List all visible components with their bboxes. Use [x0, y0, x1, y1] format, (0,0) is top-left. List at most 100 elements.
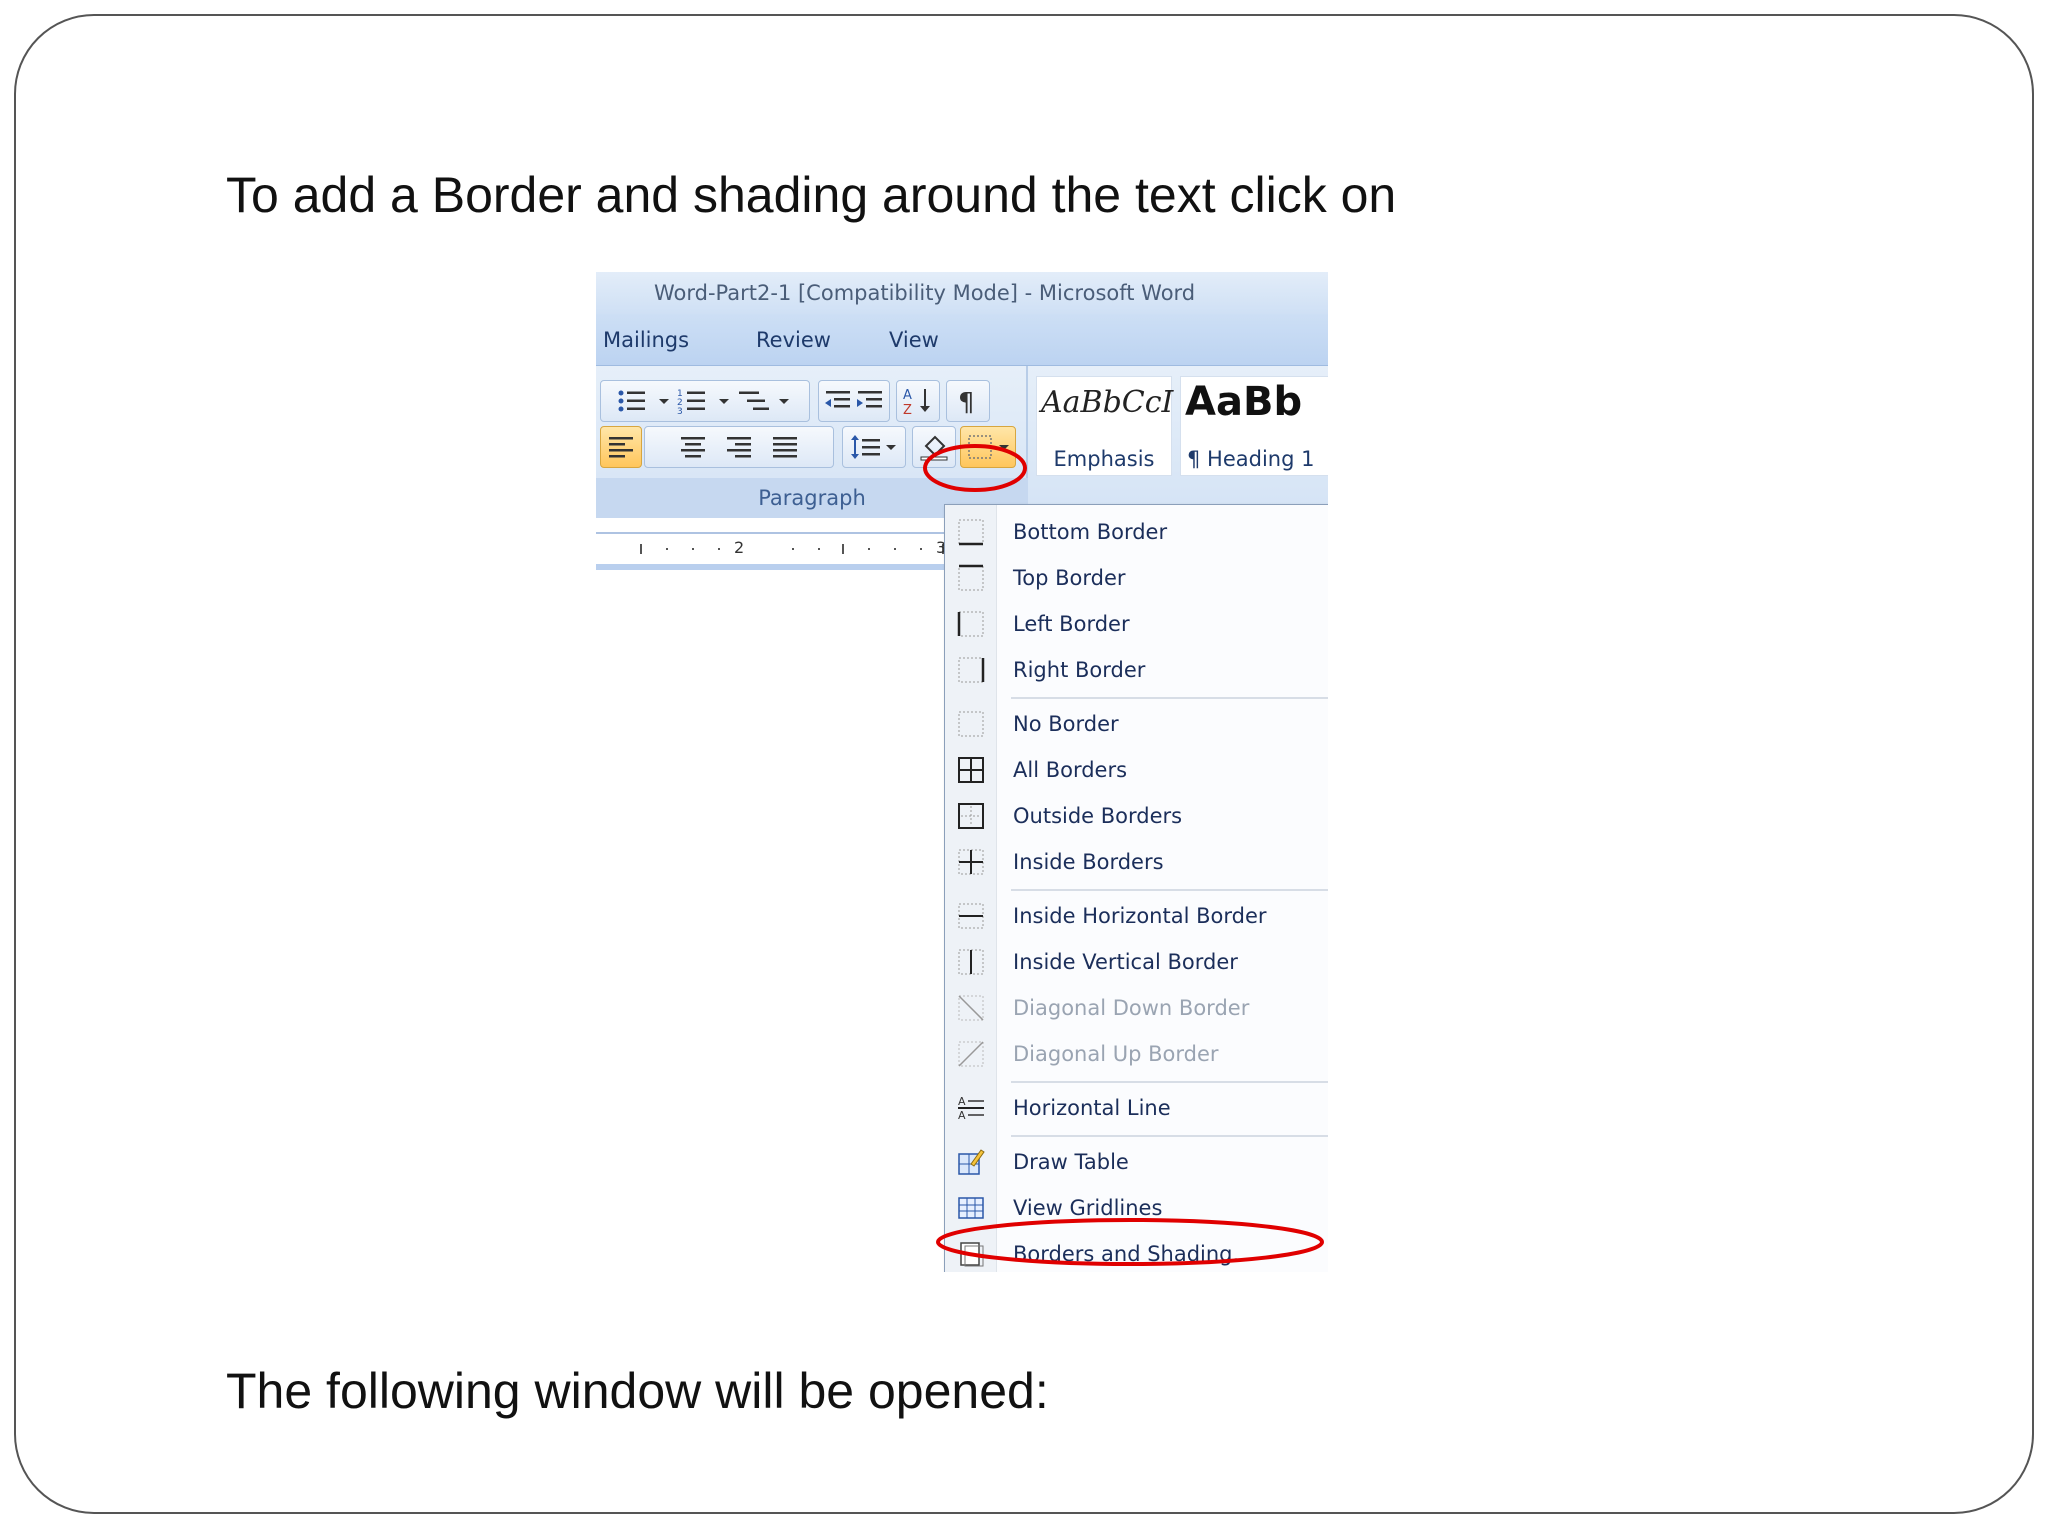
menu-item-label: Left Border [1013, 612, 1130, 636]
menu-item-top-border[interactable]: Top Border [945, 555, 1328, 601]
menu-item-left-border[interactable]: Left Border [945, 601, 1328, 647]
svg-text:Z: Z [903, 403, 912, 417]
inside-vertical-border-icon [957, 948, 985, 976]
borders-icon [965, 432, 1011, 462]
style-heading-1-label: ¶ Heading 1 [1187, 447, 1315, 471]
justify-icon[interactable] [762, 432, 808, 462]
menu-item-all-borders[interactable]: All Borders [945, 747, 1328, 793]
paint-bucket-icon [918, 432, 950, 462]
svg-text:¶: ¶ [958, 388, 975, 417]
menu-item-outside-borders[interactable]: Outside Borders [945, 793, 1328, 839]
tab-review[interactable]: Review [756, 314, 831, 366]
outro-text: The following window will be opened: [226, 1363, 1049, 1419]
menu-item-label: Inside Vertical Border [1013, 950, 1238, 974]
bottom-border-icon [957, 518, 985, 546]
list-buttons: 1 2 3 [600, 380, 810, 422]
multilevel-list-icon[interactable] [735, 386, 795, 416]
menu-separator [1011, 1081, 1328, 1083]
no-border-icon [957, 710, 985, 738]
style-heading-1-sample: AaBb [1185, 379, 1303, 425]
menu-item-bottom-border[interactable]: Bottom Border [945, 509, 1328, 555]
style-emphasis-label: Emphasis [1053, 447, 1155, 471]
view-gridlines-icon [957, 1194, 985, 1222]
outside-borders-icon [957, 802, 985, 830]
top-border-icon [957, 564, 985, 592]
menu-item-borders-and-shading[interactable]: Borders and Shading... [945, 1231, 1328, 1272]
borders-button[interactable] [960, 426, 1016, 468]
line-spacing-icon [848, 432, 900, 462]
numbering-icon[interactable]: 1 2 3 [675, 386, 735, 416]
align-right-icon[interactable] [716, 432, 762, 462]
diagonal-down-border-icon [957, 994, 985, 1022]
style-emphasis-sample: AaBbCcI [1041, 385, 1174, 420]
menu-item-label: Inside Horizontal Border [1013, 904, 1267, 928]
menu-item-label: Borders and Shading... [1013, 1242, 1253, 1266]
inside-borders-icon [957, 848, 985, 876]
menu-item-label: Diagonal Up Border [1013, 1042, 1219, 1066]
word-screenshot: Word-Part2-1 [Compatibility Mode] - Micr… [596, 272, 1328, 1272]
menu-item-label: Inside Borders [1013, 850, 1164, 874]
ribbon: 1 2 3 A Z ¶ Paragraph AaBbCcI Emphasis A… [596, 366, 1328, 518]
menu-item-label: All Borders [1013, 758, 1128, 782]
all-borders-icon [957, 756, 985, 784]
menu-item-right-border[interactable]: Right Border [945, 647, 1328, 693]
line-spacing-button[interactable] [842, 426, 906, 468]
horizontal-line-icon: AA [957, 1094, 985, 1122]
style-heading-1[interactable]: AaBb ¶ Heading 1 [1180, 376, 1328, 476]
align-left-button[interactable] [600, 426, 642, 468]
ribbon-tab-row: Mailings Review View [596, 314, 1328, 366]
bullets-icon[interactable] [615, 386, 675, 416]
pilcrow-icon: ¶ [953, 385, 983, 417]
ruler-number-2: 2 [734, 538, 745, 557]
increase-indent-icon[interactable] [854, 386, 886, 416]
inside-horizontal-border-icon [957, 902, 985, 930]
intro-text: To add a Border and shading around the t… [226, 167, 1397, 223]
style-emphasis[interactable]: AaBbCcI Emphasis [1036, 376, 1174, 476]
menu-item-draw-table[interactable]: Draw Table [945, 1139, 1328, 1185]
left-border-icon [957, 610, 985, 638]
menu-item-inside-borders[interactable]: Inside Borders [945, 839, 1328, 885]
draw-table-icon [957, 1148, 985, 1176]
menu-item-horizontal-line[interactable]: AA Horizontal Line [945, 1085, 1328, 1131]
sort-icon: AZ [901, 385, 935, 417]
tab-view[interactable]: View [889, 314, 939, 366]
menu-item-label: No Border [1013, 712, 1119, 736]
quick-styles: AaBbCcI Emphasis AaBb ¶ Heading 1 [1036, 376, 1328, 476]
shading-button[interactable] [912, 426, 956, 468]
borders-dropdown-menu: Bottom Border Top Border Left Border Rig… [944, 504, 1328, 1272]
menu-item-label: Diagonal Down Border [1013, 996, 1250, 1020]
menu-item-diagonal-up-border: Diagonal Up Border [945, 1031, 1328, 1077]
alignment-buttons [644, 426, 834, 468]
svg-text:A: A [958, 1095, 966, 1108]
sort-button[interactable]: AZ [896, 380, 940, 422]
menu-item-view-gridlines[interactable]: View Gridlines [945, 1185, 1328, 1231]
menu-item-label: Draw Table [1013, 1150, 1129, 1174]
menu-item-inside-vertical-border[interactable]: Inside Vertical Border [945, 939, 1328, 985]
align-left-icon [606, 432, 636, 462]
menu-separator [1011, 1135, 1328, 1137]
right-border-icon [957, 656, 985, 684]
menu-item-label: Bottom Border [1013, 520, 1168, 544]
svg-text:A: A [958, 1109, 966, 1122]
svg-text:A: A [903, 388, 912, 403]
diagonal-up-border-icon [957, 1040, 985, 1068]
borders-and-shading-icon [957, 1240, 985, 1268]
menu-separator [1011, 697, 1328, 699]
menu-separator [1011, 889, 1328, 891]
show-hide-button[interactable]: ¶ [946, 380, 990, 422]
menu-item-label: View Gridlines [1013, 1196, 1163, 1220]
menu-item-label: Horizontal Line [1013, 1096, 1171, 1120]
menu-item-label: Top Border [1013, 566, 1126, 590]
menu-item-label: Right Border [1013, 658, 1146, 682]
menu-item-label: Outside Borders [1013, 804, 1183, 828]
menu-item-inside-horizontal-border[interactable]: Inside Horizontal Border [945, 893, 1328, 939]
svg-text:3: 3 [677, 407, 683, 416]
menu-item-diagonal-down-border: Diagonal Down Border [945, 985, 1328, 1031]
align-center-icon[interactable] [670, 432, 716, 462]
paragraph-group: 1 2 3 A Z ¶ Paragraph [596, 366, 1028, 518]
menu-item-no-border[interactable]: No Border [945, 701, 1328, 747]
window-title: Word-Part2-1 [Compatibility Mode] - Micr… [596, 272, 1328, 314]
indent-buttons [818, 380, 890, 422]
tab-mailings[interactable]: Mailings [603, 314, 689, 366]
decrease-indent-icon[interactable] [822, 386, 854, 416]
